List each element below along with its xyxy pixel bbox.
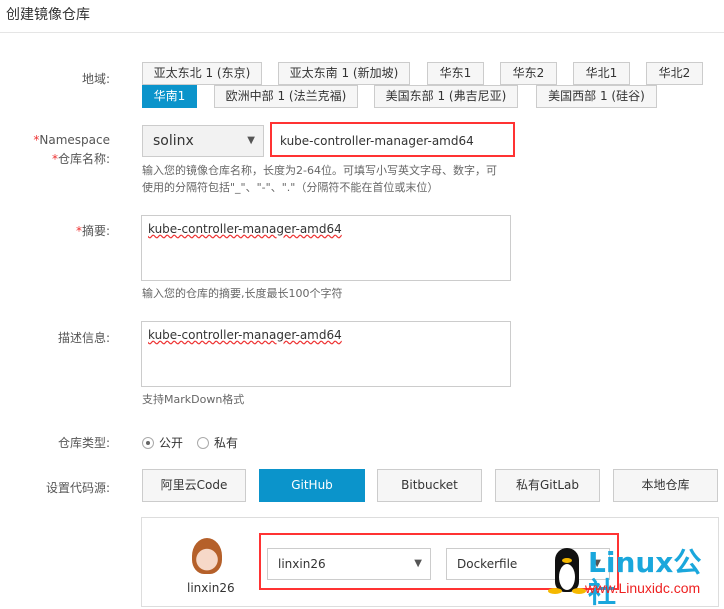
region-option[interactable]: 亚太东北 1 (东京) <box>142 62 262 85</box>
region-option[interactable]: 华北2 <box>646 62 703 85</box>
region-option[interactable]: 华东1 <box>427 62 484 85</box>
divider <box>0 32 724 33</box>
source-aliyun-code[interactable]: 阿里云Code <box>142 469 246 502</box>
summary-textarea[interactable]: kube-controller-manager-amd64 <box>141 215 511 281</box>
namespace-label: *Namespace <box>33 133 110 147</box>
region-option[interactable]: 华北1 <box>573 62 630 85</box>
radio-unchecked[interactable] <box>197 437 209 449</box>
region-label: 地域: <box>81 72 110 86</box>
description-value: kube-controller-manager-amd64 <box>148 328 342 342</box>
region-option-selected[interactable]: 华南1 <box>142 85 197 108</box>
summary-label: *摘要: <box>75 224 110 238</box>
summary-value: kube-controller-manager-amd64 <box>148 222 342 236</box>
code-source-label: 设置代码源: <box>45 481 110 495</box>
tux-penguin-icon <box>548 548 586 594</box>
namespace-label-text: Namespace <box>39 133 110 147</box>
namespace-value: solinx <box>153 133 194 149</box>
page-title: 创建镜像仓库 <box>6 7 90 23</box>
region-option[interactable]: 亚太东南 1 (新加坡) <box>278 62 410 85</box>
user-avatar <box>192 538 222 574</box>
region-option[interactable]: 美国西部 1 (硅谷) <box>536 85 657 108</box>
repo-name-label: *仓库名称: <box>51 152 110 166</box>
chevron-down-icon: ▼ <box>414 558 422 569</box>
repo-type-public[interactable]: 公开 <box>142 434 183 451</box>
repo-name-hint: 输入您的镜像仓库名称，长度为2-64位。可填写小写英文字母、数字，可使用的分隔符… <box>142 164 497 194</box>
watermark-brand: Linux公社 <box>588 546 702 609</box>
org-select[interactable]: linxin26 ▼ <box>267 548 431 580</box>
namespace-select[interactable]: solinx ▼ <box>142 125 264 157</box>
radio-checked[interactable] <box>142 437 154 449</box>
description-textarea[interactable]: kube-controller-manager-amd64 <box>141 321 511 387</box>
summary-hint: 输入您的仓库的摘要,长度最长100个字符 <box>142 287 343 300</box>
summary-label-text: 摘要: <box>81 224 110 238</box>
username: linxin26 <box>187 581 235 595</box>
source-local[interactable]: 本地仓库 <box>613 469 718 502</box>
chevron-down-icon: ▼ <box>247 135 255 146</box>
repo-value: Dockerfile <box>457 557 518 571</box>
repo-name-label-text: 仓库名称: <box>57 152 110 166</box>
region-option[interactable]: 欧洲中部 1 (法兰克福) <box>214 85 358 108</box>
region-option[interactable]: 美国东部 1 (弗吉尼亚) <box>374 85 518 108</box>
source-private-gitlab[interactable]: 私有GitLab <box>495 469 600 502</box>
source-bitbucket[interactable]: Bitbucket <box>377 469 482 502</box>
region-option[interactable]: 华东2 <box>500 62 557 85</box>
description-label: 描述信息: <box>57 331 110 345</box>
source-github[interactable]: GitHub <box>259 469 365 502</box>
description-hint: 支持MarkDown格式 <box>142 393 245 406</box>
radio-label: 私有 <box>214 436 239 450</box>
repo-name-input[interactable]: kube-controller-manager-amd64 <box>270 122 515 157</box>
org-value: linxin26 <box>278 557 326 571</box>
repo-type-label: 仓库类型: <box>57 436 110 450</box>
radio-label: 公开 <box>159 436 184 450</box>
repo-type-private[interactable]: 私有 <box>197 434 238 451</box>
watermark-url: www.Linuxidc.com <box>585 580 701 596</box>
